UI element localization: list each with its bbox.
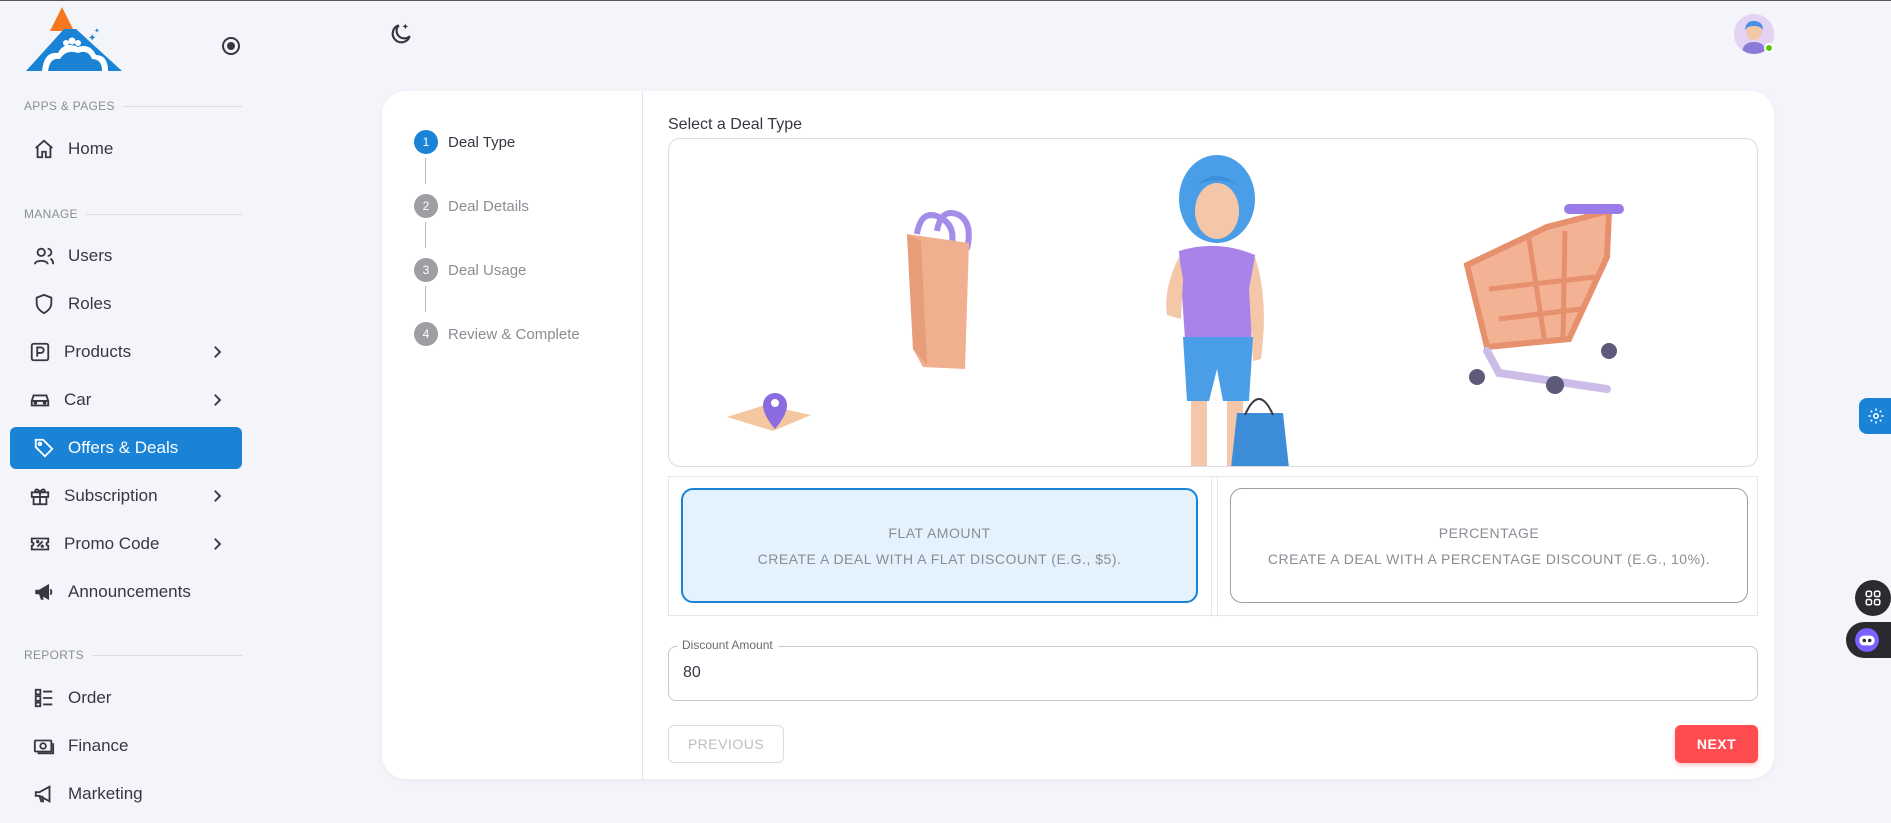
sidebar-item-label: Car (64, 390, 92, 409)
sidebar-item-label: Marketing (68, 784, 143, 803)
section-apps-pages: APPS & PAGES (24, 99, 242, 113)
step-number: 3 (414, 258, 438, 282)
sidebar-item-label: Users (68, 246, 113, 265)
step-connector (425, 286, 426, 312)
option-flat-amount[interactable]: FLAT AMOUNT CREATE A DEAL WITH A FLAT DI… (681, 488, 1198, 603)
sidebar-item-car[interactable]: Car (10, 379, 242, 421)
option-column-percentage: PERCENTAGE CREATE A DEAL WITH A PERCENTA… (1217, 477, 1759, 617)
gear-icon (1868, 408, 1884, 424)
option-column-flat: FLAT AMOUNT CREATE A DEAL WITH A FLAT DI… (669, 477, 1212, 617)
section-manage: MANAGE (24, 207, 242, 221)
sidebar-item-label: Announcements (68, 582, 191, 601)
shopping-bag-illustration (907, 210, 972, 369)
sidebar-item-users[interactable]: Users (10, 235, 242, 277)
step-connector (425, 222, 426, 248)
svg-text:✦: ✦ (94, 27, 100, 35)
step-deal-details[interactable]: 2 Deal Details (414, 194, 529, 218)
section-divider (85, 213, 242, 215)
megaphone-icon (32, 580, 56, 604)
map-pin-illustration (727, 393, 811, 431)
sidebar-item-label: Roles (68, 294, 112, 313)
discount-amount-input[interactable]: 80 (683, 664, 701, 682)
field-label: Discount Amount (677, 638, 778, 652)
chevron-right-icon (214, 490, 222, 502)
sidebar-item-marketing[interactable]: Marketing (10, 773, 242, 815)
product-p-icon (28, 340, 52, 364)
stepper-divider (642, 91, 643, 779)
option-title: FLAT AMOUNT (888, 524, 991, 541)
deal-wizard-card: 1 Deal Type 2 Deal Details 3 Deal Usage … (382, 91, 1774, 779)
sidebar-item-promo-code[interactable]: Promo Code (10, 523, 242, 565)
step-label: Deal Type (448, 133, 516, 151)
option-title: PERCENTAGE (1438, 524, 1540, 541)
chatbot-icon (1855, 628, 1879, 652)
sidebar-item-subscription[interactable]: Subscription (10, 475, 242, 517)
step-connector (425, 158, 426, 184)
home-icon (32, 137, 56, 161)
section-label: APPS & PAGES (24, 99, 115, 113)
sidebar-item-offers-deals[interactable]: Offers & Deals (10, 427, 242, 469)
moon-stars-icon[interactable] (388, 21, 414, 47)
checklist-icon (32, 686, 56, 710)
sidebar-item-label: Offers & Deals (68, 438, 179, 457)
previous-button[interactable]: PREVIOUS (668, 725, 784, 763)
sidebar-item-roles[interactable]: Roles (10, 283, 242, 325)
step-label: Deal Details (448, 197, 529, 215)
grid-icon (1865, 590, 1881, 606)
sidebar-item-label: Subscription (64, 486, 158, 505)
next-button[interactable]: NEXT (1675, 725, 1758, 763)
online-status-dot (1764, 43, 1774, 53)
step-label: Deal Usage (448, 261, 527, 279)
section-label: REPORTS (24, 648, 84, 662)
sidebar-item-label: Home (68, 139, 114, 158)
option-description: CREATE A DEAL WITH A FLAT DISCOUNT (E.G.… (757, 550, 1122, 567)
shield-icon (32, 292, 56, 316)
step-number: 1 (414, 130, 438, 154)
section-title: Select a Deal Type (668, 116, 803, 133)
deal-type-options: FLAT AMOUNT CREATE A DEAL WITH A FLAT DI… (668, 476, 1759, 617)
apps-grid-button[interactable] (1855, 580, 1891, 616)
sidebar-item-order[interactable]: Order (10, 677, 242, 719)
deal-illustration (668, 138, 1758, 467)
step-number: 4 (414, 322, 438, 346)
chevron-right-icon (214, 346, 222, 358)
step-number: 2 (414, 194, 438, 218)
settings-drawer-toggle[interactable] (1859, 398, 1891, 434)
section-divider (91, 654, 242, 656)
gift-icon (28, 484, 52, 508)
coupon-icon (28, 532, 52, 556)
chevron-right-icon (214, 538, 222, 550)
section-label: MANAGE (24, 207, 78, 221)
shopping-cart-illustration (1463, 204, 1624, 394)
speaker-icon (32, 782, 56, 806)
sidebar-item-label: Products (64, 342, 132, 361)
step-deal-usage[interactable]: 3 Deal Usage (414, 258, 526, 282)
step-label: Review & Complete (448, 325, 580, 343)
sidebar-item-finance[interactable]: Finance (10, 725, 242, 767)
chatbot-button[interactable] (1846, 622, 1891, 658)
woman-illustration (1166, 155, 1289, 466)
section-divider (122, 105, 242, 107)
sidebar: ✦ ✦ APPS & PAGES Home MANAGE Users Roles… (0, 1, 250, 823)
users-icon (32, 244, 56, 268)
option-percentage[interactable]: PERCENTAGE CREATE A DEAL WITH A PERCENTA… (1230, 488, 1748, 603)
step-deal-type[interactable]: 1 Deal Type (414, 130, 515, 154)
sidebar-item-label: Promo Code (64, 534, 160, 553)
discount-amount-field[interactable]: Discount Amount 80 (668, 638, 1758, 701)
app-logo[interactable]: ✦ ✦ (24, 7, 124, 87)
sidebar-item-products[interactable]: Products (10, 331, 242, 373)
chevron-right-icon (214, 394, 222, 406)
sidebar-collapse-toggle[interactable] (222, 37, 240, 55)
cash-icon (32, 734, 56, 758)
step-review-complete[interactable]: 4 Review & Complete (414, 322, 580, 346)
car-icon (28, 388, 52, 412)
section-reports: REPORTS (24, 648, 242, 662)
tag-icon (32, 436, 56, 460)
sidebar-item-label: Finance (68, 736, 129, 755)
sidebar-item-label: Order (68, 688, 112, 707)
sidebar-item-home[interactable]: Home (10, 128, 242, 170)
sidebar-item-announcements[interactable]: Announcements (10, 571, 242, 613)
option-description: CREATE A DEAL WITH A PERCENTAGE DISCOUNT… (1267, 550, 1711, 567)
